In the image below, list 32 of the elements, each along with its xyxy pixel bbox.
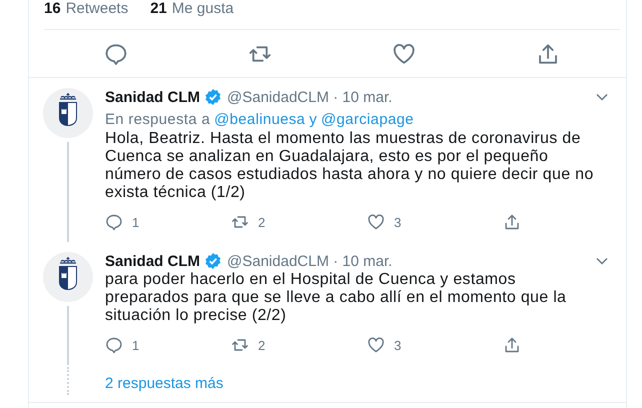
like-count: 3 [394,214,402,230]
avatar-icon[interactable] [43,88,93,138]
avatar-icon[interactable] [43,252,93,302]
stat-count: 16 [44,0,61,19]
tweet-text: Hola, Beatriz. Hasta el momento las muestras de coronavirus de Cuenca se analizan en Guadalajara, esto es por el pequeño número de casos estudiados hasta ahora y no quiere decir que no exista técnica (1/2) [105,130,595,202]
more-replies-link[interactable]: 2 respuestas más [105,374,224,392]
stat-label: Retweets [66,0,128,19]
reply-icon[interactable] [105,336,123,354]
reply-count: 1 [132,214,140,230]
share-icon[interactable] [503,336,521,354]
retweet-count: 2 [258,338,266,352]
reply-to-joiner: y [309,111,318,129]
share-icon[interactable] [503,213,521,231]
heart-icon[interactable] [392,42,416,66]
reply-count: 1 [132,338,140,352]
handle-date: @SanidadCLM · 10 mar. [227,252,392,270]
handle-date: @SanidadCLM · 10 mar. [227,88,392,106]
mention-link[interactable]: @garciapage [321,111,414,129]
retweet-count: 2 [258,214,266,230]
stat-count: 21 [150,0,167,19]
author-name[interactable]: Sanidad CLM [105,252,200,270]
heart-icon[interactable] [367,213,385,231]
reply-icon[interactable] [104,42,128,66]
mention-link[interactable]: @bealinuesa [214,111,306,129]
tweet-text: para poder hacerlo en el Hospital de Cuenca y estamos preparados para que se lleve a cabo allí en el momento que la situación lo precise (2/2) [105,271,568,325]
share-icon[interactable] [536,42,560,66]
heart-icon[interactable] [367,336,385,354]
like-count: 3 [394,338,402,352]
stat-label: Me gusta [172,0,234,19]
reply-to-label: En respuesta a [105,111,210,129]
author-name[interactable]: Sanidad CLM [105,88,200,106]
reply-icon[interactable] [105,213,123,231]
